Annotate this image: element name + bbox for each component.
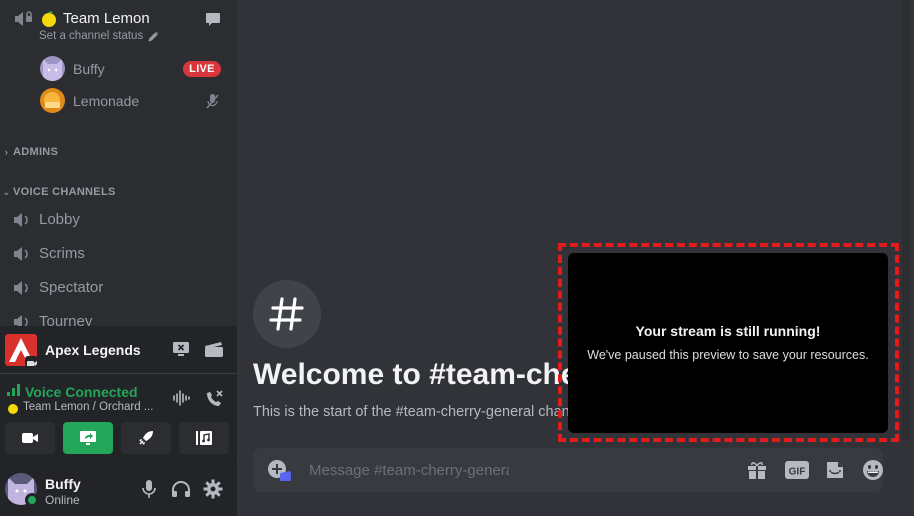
avatar (40, 56, 65, 81)
welcome-title: Welcome to #team-cherry-general! (253, 358, 573, 391)
user-status: Online (45, 493, 80, 507)
channel-lobby[interactable]: Lobby (0, 205, 237, 235)
set-channel-status[interactable]: Set a channel status (39, 30, 159, 42)
soundboard-button[interactable] (179, 422, 229, 454)
message-composer: GIF (253, 448, 883, 492)
channel-scrims[interactable]: Scrims (0, 239, 237, 269)
voice-user-name: Lemonade (73, 93, 140, 109)
svg-text:GIF: GIF (789, 467, 806, 478)
speaker-icon (14, 315, 28, 326)
avatar (40, 88, 65, 113)
game-name: Apex Legends (45, 342, 141, 358)
mute-button[interactable] (138, 478, 160, 500)
headphones-icon (172, 481, 190, 497)
speaker-icon (14, 281, 28, 295)
channel-hash-avatar (253, 280, 321, 348)
settings-button[interactable] (202, 478, 224, 500)
voice-connected-label[interactable]: Voice Connected (25, 384, 138, 400)
soundboard-icon (196, 431, 212, 445)
channel-name: Scrims (39, 245, 85, 262)
lemon-emoji-icon (8, 404, 18, 414)
hashtag-icon (269, 297, 304, 331)
screen-share-icon (80, 431, 96, 445)
game-activity: Apex Legends (0, 326, 237, 374)
camera-button[interactable] (5, 422, 55, 454)
user-name: Buffy (45, 476, 81, 492)
apex-legends-icon (5, 334, 37, 366)
chevron-right-icon: › (4, 147, 9, 157)
category-label: ADMINS (13, 146, 59, 158)
category-admins[interactable]: › ADMINS (0, 144, 58, 160)
channel-list[interactable]: Team Lemon Set a channel status Buffy LI… (0, 0, 237, 326)
speaker-icon (14, 213, 28, 227)
channel-name: Tourney (39, 313, 93, 326)
category-label: VOICE CHANNELS (13, 186, 116, 198)
message-input[interactable] (309, 448, 509, 492)
voice-channel-name: Team Lemon (63, 10, 150, 27)
voice-connection-status: Voice Connected Team Lemon / Orchard ... (0, 376, 237, 418)
activity-panel: Apex Legends Voice Connected Team Lemon … (0, 326, 237, 516)
channel-status-label: Set a channel status (39, 30, 144, 42)
speaker-lock-icon (15, 11, 32, 26)
sticker-icon (827, 462, 843, 478)
voice-user-name: Buffy (73, 61, 105, 77)
disconnect-icon[interactable] (204, 389, 224, 409)
channel-name: Lobby (39, 211, 80, 228)
mic-muted-icon (206, 94, 219, 109)
gear-icon (203, 479, 223, 499)
channel-tourney[interactable]: Tourney (0, 307, 237, 326)
noise-suppression-icon[interactable] (172, 390, 190, 406)
user-avatar[interactable] (5, 473, 39, 507)
gif-icon: GIF (785, 461, 809, 479)
voice-user-buffy[interactable]: Buffy LIVE (0, 54, 237, 84)
gift-icon (748, 462, 766, 479)
lemon-emoji-icon (42, 11, 56, 27)
screen-share-button[interactable] (63, 422, 113, 454)
category-voice-channels[interactable]: ⌄ VOICE CHANNELS (0, 184, 116, 200)
stream-camera-badge (25, 356, 37, 366)
upload-button[interactable] (267, 459, 293, 483)
stream-preview-title: Your stream is still running! (635, 323, 821, 339)
emoji-icon (863, 460, 883, 480)
gift-button[interactable] (745, 458, 769, 482)
microphone-icon (142, 480, 156, 498)
online-status-dot (25, 493, 39, 507)
stream-preview-subtitle: We've paused this preview to save your r… (587, 348, 869, 362)
channel-name: Spectator (39, 279, 104, 296)
chat-scrollbar[interactable] (902, 0, 910, 440)
rocket-icon (139, 431, 153, 445)
speaker-icon (14, 247, 28, 261)
stream-preview[interactable]: Your stream is still running! We've paus… (568, 253, 888, 433)
deafen-button[interactable] (170, 478, 192, 500)
voice-channel-team-lemon[interactable]: Team Lemon Set a channel status (0, 6, 237, 50)
activity-buttons (0, 422, 237, 456)
pencil-icon (148, 31, 159, 42)
camera-icon (22, 433, 38, 443)
channel-sidebar: Team Lemon Set a channel status Buffy LI… (0, 0, 237, 516)
sticker-button[interactable] (823, 458, 847, 482)
live-badge: LIVE (183, 61, 221, 77)
gif-button[interactable]: GIF (785, 458, 809, 482)
add-attachment-icon (268, 460, 291, 481)
chevron-down-icon: ⌄ (2, 186, 11, 197)
chat-bubble-icon[interactable] (205, 11, 221, 27)
voice-user-lemonade[interactable]: Lemonade (0, 86, 237, 116)
welcome-subtitle: This is the start of the #team-cherry-ge… (253, 404, 573, 420)
user-panel: Buffy Online (0, 462, 237, 516)
channel-spectator[interactable]: Spectator (0, 273, 237, 303)
activities-button[interactable] (121, 422, 171, 454)
signal-strength-icon (7, 384, 20, 396)
stop-streaming-icon[interactable] (172, 340, 190, 358)
emoji-button[interactable] (861, 458, 885, 482)
voice-location[interactable]: Team Lemon / Orchard ... (23, 401, 153, 413)
clapperboard-icon[interactable] (204, 339, 224, 359)
